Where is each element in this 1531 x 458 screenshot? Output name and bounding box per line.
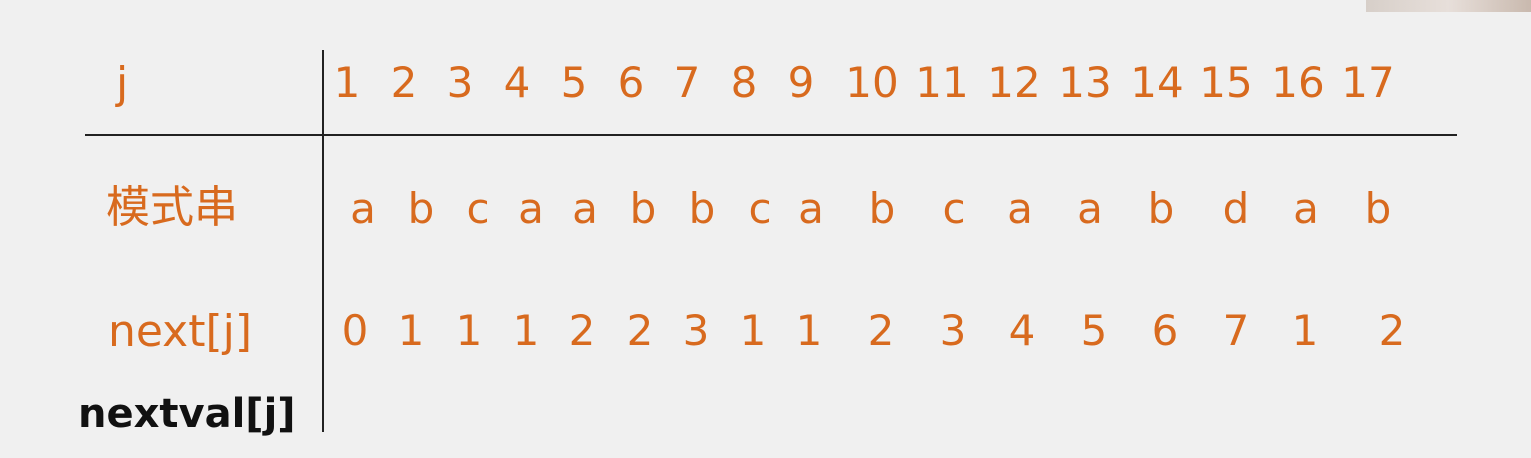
- j-value-11: 11: [915, 58, 969, 107]
- pattern-char-7: b: [688, 184, 716, 233]
- next-value-14: 6: [1151, 306, 1179, 355]
- pattern-char-9: a: [798, 184, 824, 233]
- j-value-17: 17: [1341, 58, 1395, 107]
- table-vertical-divider: [322, 50, 324, 432]
- next-value-17: 2: [1378, 306, 1406, 355]
- corner-thumbnail: [1366, 0, 1531, 12]
- pattern-char-5: a: [572, 184, 598, 233]
- pattern-char-14: b: [1147, 184, 1175, 233]
- pattern-char-2: b: [407, 184, 435, 233]
- next-value-13: 5: [1080, 306, 1108, 355]
- pattern-char-17: b: [1364, 184, 1392, 233]
- row-label-nextval: nextval[j]: [78, 391, 296, 437]
- pattern-char-12: a: [1007, 184, 1033, 233]
- pattern-char-10: b: [868, 184, 896, 233]
- j-value-10: 10: [845, 58, 899, 107]
- next-value-7: 3: [682, 306, 710, 355]
- j-value-15: 15: [1199, 58, 1253, 107]
- j-value-12: 12: [987, 58, 1041, 107]
- j-value-16: 16: [1271, 58, 1325, 107]
- next-value-3: 1: [455, 306, 483, 355]
- j-value-9: 9: [787, 58, 815, 107]
- pattern-char-15: d: [1222, 184, 1250, 233]
- row-label-next: next[j]: [108, 306, 253, 357]
- j-value-2: 2: [390, 58, 418, 107]
- next-value-12: 4: [1008, 306, 1036, 355]
- j-value-4: 4: [503, 58, 531, 107]
- pattern-char-3: c: [466, 184, 490, 233]
- pattern-char-13: a: [1077, 184, 1103, 233]
- j-value-6: 6: [617, 58, 645, 107]
- j-value-5: 5: [560, 58, 588, 107]
- row-label-pattern: 模式串: [106, 182, 238, 233]
- pattern-char-6: b: [629, 184, 657, 233]
- next-value-15: 7: [1222, 306, 1250, 355]
- next-value-11: 3: [939, 306, 967, 355]
- next-value-10: 2: [867, 306, 895, 355]
- j-value-7: 7: [673, 58, 701, 107]
- j-value-13: 13: [1058, 58, 1112, 107]
- pattern-char-11: c: [942, 184, 966, 233]
- next-value-16: 1: [1291, 306, 1319, 355]
- next-value-9: 1: [795, 306, 823, 355]
- j-value-8: 8: [730, 58, 758, 107]
- next-value-5: 2: [568, 306, 596, 355]
- pattern-char-4: a: [518, 184, 544, 233]
- j-value-14: 14: [1130, 58, 1184, 107]
- next-value-8: 1: [739, 306, 767, 355]
- row-label-j: j: [116, 58, 129, 109]
- pattern-char-16: a: [1293, 184, 1319, 233]
- j-value-3: 3: [446, 58, 474, 107]
- pattern-char-8: c: [748, 184, 772, 233]
- pattern-char-1: a: [350, 184, 376, 233]
- next-value-1: 0: [341, 306, 369, 355]
- next-value-2: 1: [397, 306, 425, 355]
- next-value-6: 2: [626, 306, 654, 355]
- j-value-1: 1: [333, 58, 361, 107]
- table-horizontal-divider: [85, 134, 1457, 136]
- next-value-4: 1: [512, 306, 540, 355]
